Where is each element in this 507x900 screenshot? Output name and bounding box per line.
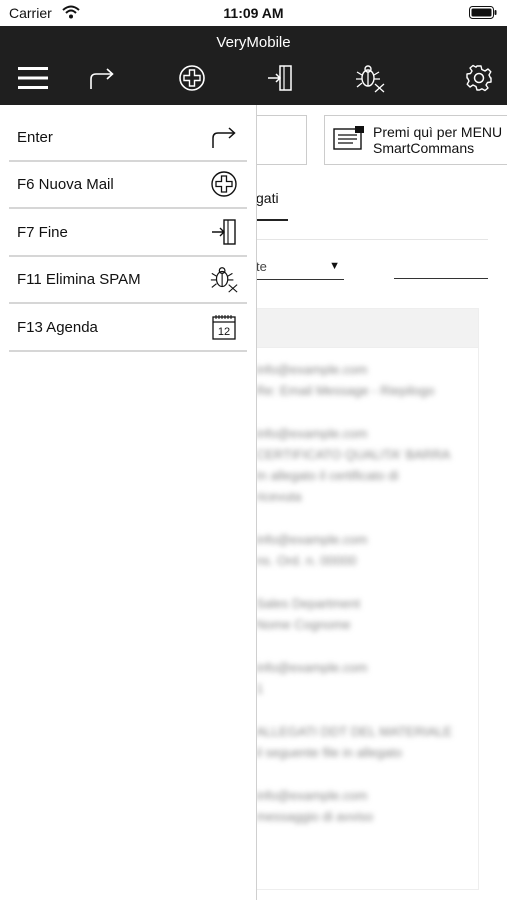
list-item[interactable]: ALLEGATI DDT DEL MATERIALE il seguente fi… <box>256 710 478 774</box>
menu-item-label: Enter <box>17 128 53 146</box>
list-item-text: il seguente file in allegato <box>256 745 402 760</box>
status-bar: Carrier 11:09 AM <box>0 0 507 26</box>
menu-item-exit[interactable]: F7 Fine <box>9 209 247 257</box>
tab-label[interactable]: gati <box>256 190 279 206</box>
list-item-text: info@example.com <box>256 788 368 803</box>
menu-item-label: F11 Elimina SPAM <box>17 270 141 288</box>
list-item-text: 1 <box>256 681 264 696</box>
enter-arrow-icon <box>209 122 239 152</box>
list-item-text: info@example.com <box>256 362 368 377</box>
keyboard-menu-icon <box>333 125 365 156</box>
menu-item-label: F6 Nuova Mail <box>17 175 114 193</box>
list-item[interactable]: info@example.com CERTIFICATO QUALITA' BAR… <box>256 412 478 518</box>
new-mail-plus-icon[interactable] <box>174 60 210 96</box>
list-item-text: ns. Ord. n. 00000 <box>256 553 357 568</box>
main-content: Premi quì per MENU SmartCommans gati te … <box>256 105 507 900</box>
list-item-text: Sales Department <box>256 596 361 611</box>
menu-icon[interactable] <box>12 60 54 96</box>
smartcommands-menu-button[interactable]: Premi quì per MENU SmartCommans <box>324 115 507 165</box>
list-header <box>256 309 478 348</box>
search-field[interactable] <box>394 278 488 279</box>
mail-list: info@example.com Re: Email Message - Riep… <box>256 308 479 890</box>
bug-spam-icon <box>209 264 239 294</box>
clock: 11:09 AM <box>223 5 284 21</box>
list-item-text: info@example.com <box>256 532 368 547</box>
app-bar: VeryMobile <box>0 26 507 105</box>
filter-select-value: te <box>256 259 267 274</box>
bug-spam-icon[interactable] <box>352 60 388 96</box>
side-menu: Enter F6 Nuova Mail F7 Fine F11 Elimina … <box>0 105 257 900</box>
app-title: VeryMobile <box>216 34 291 51</box>
command-input[interactable] <box>256 115 307 165</box>
list-item-text: Nome Cognome <box>256 617 351 632</box>
list-item-text: Re: Email Message - Riepilogo <box>256 383 435 398</box>
list-item-text: ricevuta <box>256 489 302 504</box>
list-item[interactable]: info@example.com messaggio di avviso <box>256 774 478 838</box>
menu-item-enter[interactable]: Enter <box>9 114 247 162</box>
mail-rows: info@example.com Re: Email Message - Riep… <box>256 348 478 838</box>
battery-icon <box>469 6 497 24</box>
list-item-text: CERTIFICATO QUALITA' BARRA <box>256 447 451 462</box>
exit-door-icon <box>209 217 239 247</box>
list-item-text: ALLEGATI DDT DEL MATERIALE <box>256 724 453 739</box>
divider <box>256 239 488 240</box>
calendar-icon: 12 <box>209 312 239 342</box>
menu-item-new-mail[interactable]: F6 Nuova Mail <box>9 161 247 209</box>
menu-item-label: F7 Fine <box>17 223 68 241</box>
menu-item-delete-spam[interactable]: F11 Elimina SPAM <box>9 256 247 304</box>
list-item-text: info@example.com <box>256 660 368 675</box>
list-item[interactable]: info@example.com 1 <box>256 646 478 710</box>
tab-underline <box>256 219 288 221</box>
gear-icon[interactable] <box>461 60 497 96</box>
list-item-text: info@example.com <box>256 426 368 441</box>
list-item[interactable]: Sales Department Nome Cognome <box>256 582 478 646</box>
dropdown-arrow-icon: ▼ <box>329 260 340 272</box>
menu-item-label: F13 Agenda <box>17 318 98 336</box>
exit-door-icon[interactable] <box>262 60 298 96</box>
list-item[interactable]: info@example.com ns. Ord. n. 00000 <box>256 518 478 582</box>
enter-arrow-icon[interactable] <box>84 60 120 96</box>
list-item-text: In allegato il certificato di <box>256 468 399 483</box>
calendar-day: 12 <box>218 326 230 338</box>
list-item-text: messaggio di avviso <box>256 809 374 824</box>
list-item[interactable]: info@example.com Re: Email Message - Riep… <box>256 348 478 412</box>
new-mail-plus-icon <box>209 169 239 199</box>
menu-item-agenda[interactable]: F13 Agenda 12 <box>9 304 247 352</box>
menu-button-label: Premi quì per MENU SmartCommans <box>373 124 503 156</box>
filter-select[interactable]: te ▼ <box>256 259 344 280</box>
